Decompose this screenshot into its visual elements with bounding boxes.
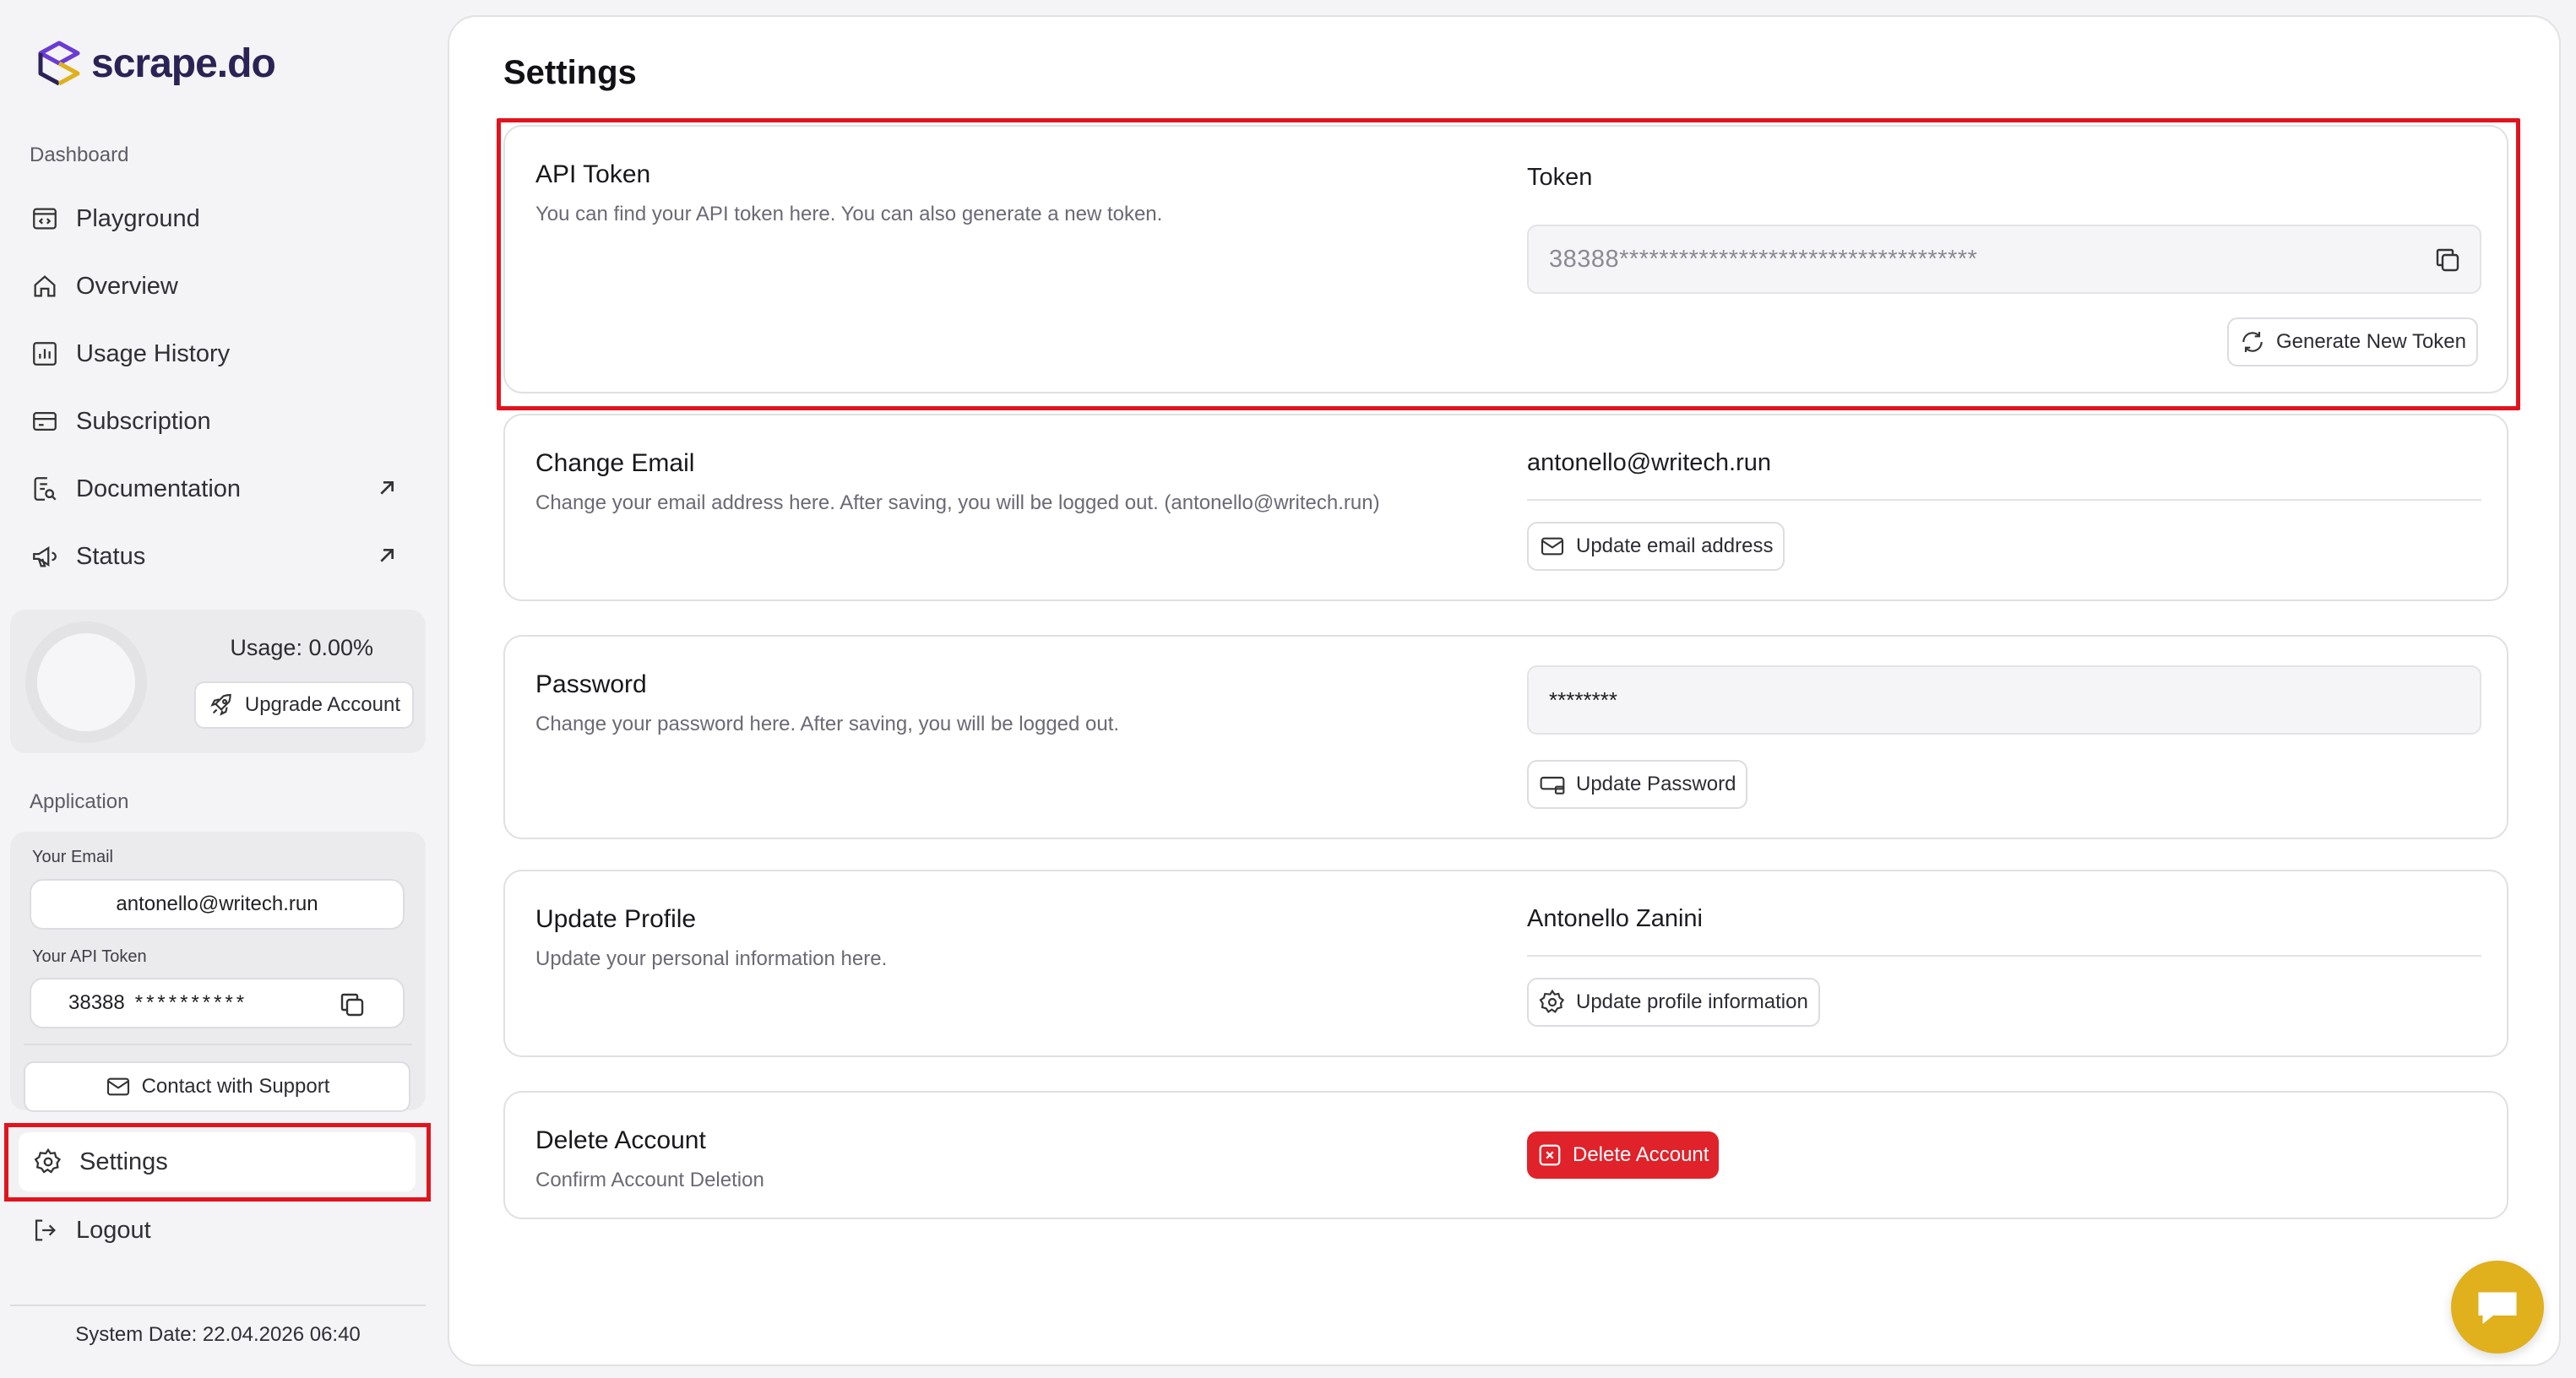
system-date: System Date: 22.04.2026 06:40 [10, 1305, 426, 1347]
copy-icon[interactable] [2432, 245, 2463, 275]
card-description: Change your password here. After saving,… [535, 713, 1120, 735]
card-description: Update your personal information here. [535, 947, 888, 970]
your-api-token-label: Your API Token [32, 947, 147, 966]
usage-progress-ring [25, 621, 147, 743]
sidebar-item-label: Documentation [76, 475, 242, 502]
sidebar-item-label: Usage History [76, 339, 231, 367]
sidebar-item-label: Playground [76, 204, 200, 232]
password-card: Password Change your password here. Afte… [503, 635, 2508, 839]
update-profile-button[interactable]: Update profile information [1527, 978, 1820, 1027]
sidebar-item-overview[interactable]: Overview [15, 257, 412, 316]
sidebar-item-label: Status [76, 542, 146, 570]
code-window-icon [33, 208, 57, 230]
brand-name: scrape.do [91, 41, 276, 86]
mail-icon [106, 1077, 129, 1096]
sidebar-item-settings[interactable]: Settings [4, 1123, 431, 1202]
api-token-card: API Token You can find your API token he… [503, 125, 2508, 393]
change-email-card: Change Email Change your email address h… [503, 414, 2508, 601]
card-description: You can find your API token here. You ca… [535, 203, 1163, 225]
sidebar-item-status[interactable]: Status [15, 527, 412, 586]
token-mask: ********** [134, 991, 248, 1014]
card-description: Change your email address here. After sa… [535, 491, 1380, 514]
token-prefix: 38388 [68, 991, 125, 1014]
sidebar-item-playground[interactable]: Playground [15, 189, 412, 248]
usage-card: Usage: 0.00% Upgrade Account [10, 610, 426, 753]
token-field-label: Token [1527, 164, 1593, 191]
update-email-label: Update email address [1576, 534, 1774, 557]
sidebar-item-label: Subscription [76, 407, 211, 435]
generate-new-token-button[interactable]: Generate New Token [2226, 317, 2478, 366]
contact-support-button[interactable]: Contact with Support [24, 1061, 410, 1112]
scrape-do-logo-icon [38, 41, 80, 86]
delete-account-card: Delete Account Confirm Account Deletion … [503, 1091, 2508, 1219]
page-title: Settings [503, 54, 637, 91]
upgrade-account-label: Upgrade Account [244, 693, 400, 716]
sidebar: scrape.do Dashboard Playground Overview … [0, 0, 439, 1378]
contact-support-label: Contact with Support [141, 1075, 330, 1098]
doc-search-icon [34, 477, 57, 501]
home-icon [34, 275, 56, 297]
sidebar-item-label: Settings [79, 1147, 168, 1175]
settings-panel: Settings API Token You can find your API… [448, 15, 2561, 1366]
sidebar-item-logout[interactable]: Logout [15, 1201, 412, 1260]
update-password-button[interactable]: Update Password [1527, 760, 1748, 809]
external-link-icon [380, 549, 394, 562]
card-title: Delete Account [535, 1126, 706, 1154]
sidebar-item-subscription[interactable]: Subscription [15, 392, 412, 451]
delete-account-label: Delete Account [1573, 1143, 1709, 1166]
gear-icon [34, 1147, 62, 1174]
profile-name: Antonello Zanini [1527, 905, 2481, 957]
sidebar-item-documentation[interactable]: Documentation [15, 459, 412, 518]
chat-icon [2478, 1292, 2517, 1324]
update-password-label: Update Password [1576, 773, 1736, 795]
brand-logo[interactable]: scrape.do [34, 37, 276, 90]
sidebar-item-label: Overview [76, 272, 178, 300]
copy-icon[interactable] [337, 990, 367, 1020]
password-icon [1540, 776, 1565, 795]
update-email-button[interactable]: Update email address [1527, 522, 1785, 571]
gear-icon [1539, 989, 1565, 1013]
credit-card-icon [33, 411, 57, 431]
password-input[interactable] [1527, 665, 2481, 735]
mail-icon [1541, 537, 1564, 556]
bar-chart-icon [33, 342, 57, 366]
section-label-application: Application [30, 790, 129, 813]
upgrade-account-button[interactable]: Upgrade Account [193, 681, 414, 729]
current-email: antonello@writech.run [1527, 449, 2481, 501]
sidebar-item-label: Logout [76, 1216, 151, 1244]
section-label-dashboard: Dashboard [30, 144, 129, 166]
rocket-icon [210, 693, 231, 716]
card-title: API Token [535, 160, 651, 188]
api-token-field[interactable]: 38388***********************************… [1527, 225, 2481, 294]
generate-new-token-label: Generate New Token [2275, 330, 2466, 353]
card-title: Password [535, 670, 647, 698]
update-profile-label: Update profile information [1576, 990, 1808, 1013]
card-description: Confirm Account Deletion [535, 1169, 764, 1191]
your-email-label: Your Email [32, 848, 113, 866]
your-api-token-value[interactable]: 38388 ********** [30, 978, 405, 1028]
logout-icon [35, 1219, 56, 1241]
external-link-icon [380, 481, 394, 495]
card-title: Change Email [535, 449, 695, 477]
update-profile-card: Update Profile Update your personal info… [503, 870, 2508, 1057]
delete-account-button[interactable]: Delete Account [1527, 1131, 1720, 1179]
divider [24, 1044, 412, 1045]
refresh-icon [2242, 332, 2263, 352]
card-title: Update Profile [535, 905, 697, 933]
close-box-icon [1539, 1144, 1561, 1166]
usage-text: Usage: 0.00% [230, 635, 373, 660]
your-email-value[interactable]: antonello@writech.run [30, 879, 405, 930]
megaphone-icon [33, 546, 57, 567]
api-token-value: 38388***********************************… [1549, 245, 1978, 273]
sidebar-item-usage-history[interactable]: Usage History [15, 324, 412, 383]
settings-nav-inner[interactable]: Settings [19, 1132, 416, 1191]
chat-widget-button[interactable] [2451, 1261, 2544, 1354]
